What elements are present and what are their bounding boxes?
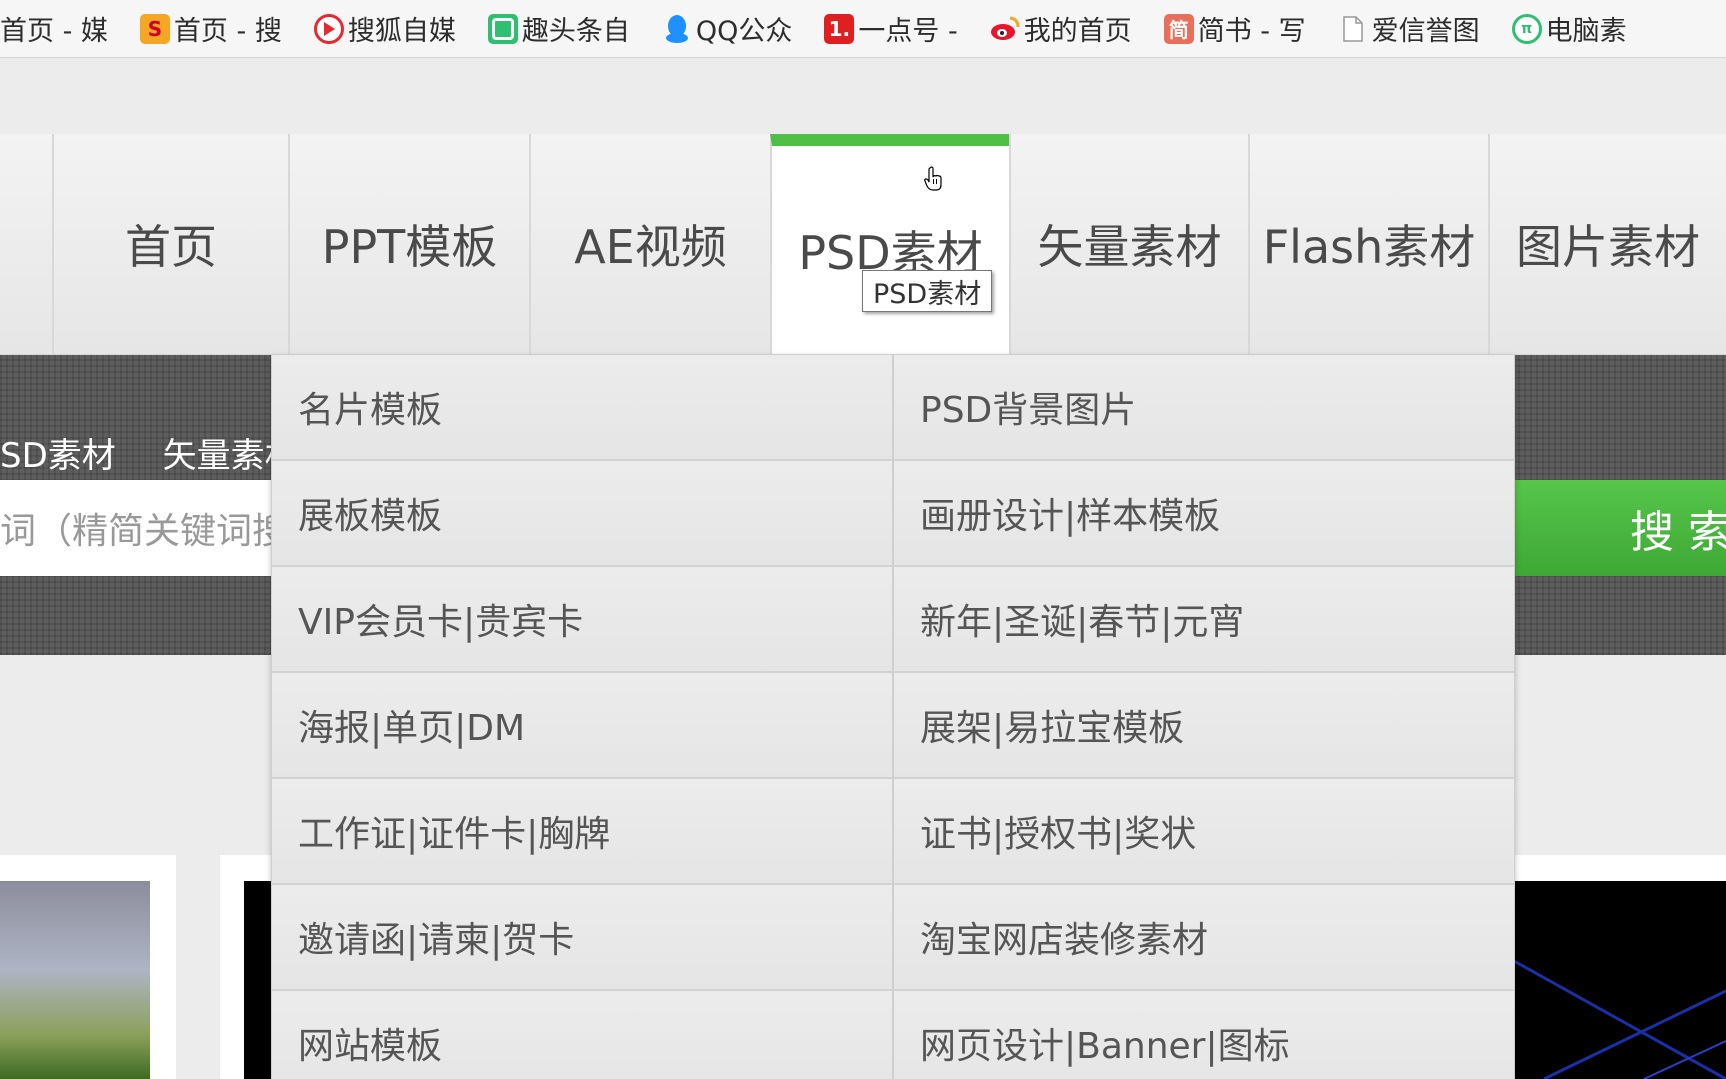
thumbnail-image[interactable]	[0, 881, 150, 1079]
nav-item-vector[interactable]: 矢量素材	[1009, 134, 1248, 354]
search-input[interactable]: 词（精简关键词搜	[0, 480, 280, 576]
dropdown-item[interactable]: PSD背景图片	[894, 355, 1514, 461]
bookmark-label: 电脑素	[1545, 16, 1627, 47]
bookmark-label: 我的首页	[1023, 16, 1132, 47]
bookmark-2[interactable]: 搜狐自媒	[313, 9, 456, 48]
bookmark-label: 首页 - 搜	[173, 16, 282, 47]
sogou-icon: S	[139, 13, 170, 44]
bookmark-label: 爱信誉图	[1371, 16, 1480, 47]
dropdown-item[interactable]: 画册设计|样本模板	[894, 461, 1514, 567]
bookmark-0[interactable]: 首页 - 媒	[0, 9, 108, 48]
dropdown-item[interactable]: 证书|授权书|奖状	[894, 779, 1514, 885]
dropdown-item[interactable]: 名片模板	[272, 355, 892, 461]
diannao-icon: π	[1511, 13, 1542, 44]
bookmark-label: 一点号 -	[858, 16, 958, 47]
weibo-icon	[990, 14, 1020, 44]
nav-item-home[interactable]: 首页	[52, 134, 288, 354]
yidian-icon: 1.	[824, 13, 855, 44]
dropdown-item[interactable]: 海报|单页|DM	[272, 673, 892, 779]
dropdown-item[interactable]: 淘宝网店装修素材	[894, 885, 1514, 991]
bookmark-9[interactable]: π 电脑素	[1511, 9, 1627, 48]
nav-item-ae[interactable]: AE视频	[529, 134, 770, 354]
dropdown-item[interactable]: 展板模板	[272, 461, 892, 567]
bookmark-label: 搜狐自媒	[347, 16, 456, 47]
bookmarks-bar: 首页 - 媒 S 首页 - 搜 搜狐自媒 趣头条自 QQ公众 1. 一点号 - …	[0, 0, 1726, 58]
nav-item-ppt[interactable]: PPT模板	[288, 134, 529, 354]
nav-item-left-edge	[0, 134, 52, 354]
nav-item-psd[interactable]: PSD素材	[770, 134, 1009, 354]
nav-item-flash[interactable]: Flash素材	[1248, 134, 1488, 354]
main-nav: 首页 PPT模板 AE视频 PSD素材 矢量素材 Flash素材 图片素材	[0, 134, 1726, 355]
nav-item-image[interactable]: 图片素材	[1488, 134, 1726, 354]
bookmark-6[interactable]: 我的首页	[990, 9, 1132, 48]
dropdown-column-right: PSD背景图片 画册设计|样本模板 新年|圣诞|春节|元宵 展架|易拉宝模板 证…	[892, 355, 1514, 1079]
bookmark-7[interactable]: 简 简书 - 写	[1163, 9, 1306, 48]
qq-icon	[662, 14, 692, 44]
search-button[interactable]: 搜 索	[1510, 480, 1726, 576]
bookmark-4[interactable]: QQ公众	[662, 9, 793, 48]
bookmark-label: 首页 - 媒	[0, 16, 108, 47]
psd-dropdown-menu: 名片模板 展板模板 VIP会员卡|贵宾卡 海报|单页|DM 工作证|证件卡|胸牌…	[271, 355, 1515, 1079]
hand-cursor-icon	[924, 166, 944, 196]
nav-tooltip: PSD素材	[862, 270, 993, 312]
bookmark-8[interactable]: 爱信誉图	[1338, 9, 1480, 48]
dropdown-item[interactable]: 新年|圣诞|春节|元宵	[894, 567, 1514, 673]
dropdown-item[interactable]: 展架|易拉宝模板	[894, 673, 1514, 779]
header-strip	[0, 58, 1726, 134]
bookmark-label: 简书 - 写	[1197, 16, 1306, 47]
dropdown-item[interactable]: 网页设计|Banner|图标	[894, 991, 1514, 1079]
dropdown-item[interactable]: 网站模板	[272, 991, 892, 1079]
dropdown-item[interactable]: VIP会员卡|贵宾卡	[272, 567, 892, 673]
dropdown-item[interactable]: 邀请函|请柬|贺卡	[272, 885, 892, 991]
dropdown-column-left: 名片模板 展板模板 VIP会员卡|贵宾卡 海报|单页|DM 工作证|证件卡|胸牌…	[272, 355, 892, 1079]
bookmark-label: QQ公众	[695, 16, 793, 47]
bookmark-5[interactable]: 1. 一点号 -	[824, 9, 958, 48]
dropdown-item[interactable]: 工作证|证件卡|胸牌	[272, 779, 892, 885]
bookmark-3[interactable]: 趣头条自	[487, 9, 630, 48]
bookmark-1[interactable]: S 首页 - 搜	[139, 9, 282, 48]
jianshu-icon: 简	[1163, 13, 1194, 44]
qutoutiao-icon	[487, 13, 518, 44]
sohu-icon	[313, 13, 344, 44]
page-icon	[1338, 14, 1368, 44]
bookmark-label: 趣头条自	[521, 16, 630, 47]
subnav-item-psd[interactable]: SD素材	[0, 436, 116, 476]
